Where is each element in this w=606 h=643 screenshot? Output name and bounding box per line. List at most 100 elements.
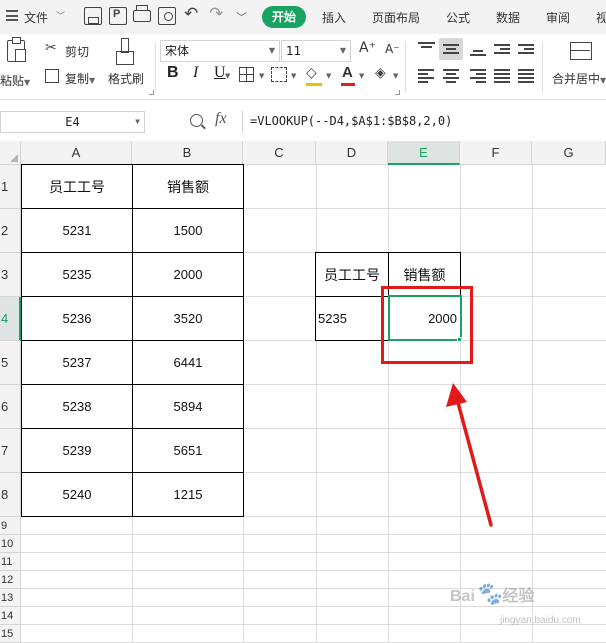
merge-cells-icon[interactable] — [570, 42, 592, 60]
row-header[interactable]: 8 — [0, 473, 21, 517]
font-size-select[interactable]: 11 ▼ — [281, 40, 351, 62]
insert-function-icon[interactable]: fx — [215, 110, 227, 128]
bold-button[interactable]: B — [167, 64, 179, 82]
undo-icon[interactable]: ↶ — [184, 4, 198, 24]
row-header[interactable]: 14 — [0, 607, 21, 625]
tab-home[interactable]: 开始 — [262, 6, 306, 28]
cell-style-icon[interactable] — [271, 67, 287, 82]
merge-center-button[interactable]: 合并居中▼ — [552, 70, 606, 87]
cell-a5[interactable]: 5237 — [21, 340, 133, 385]
decrease-font-icon[interactable]: A⁻ — [385, 42, 400, 56]
row-header[interactable]: 13 — [0, 589, 21, 607]
dropdown-arrow-icon[interactable]: ▼ — [225, 72, 230, 80]
cut-button[interactable]: 剪切 — [65, 43, 89, 60]
dropdown-arrow-icon[interactable]: ▼ — [291, 72, 296, 80]
menu-icon[interactable] — [6, 10, 18, 21]
decrease-indent-icon[interactable] — [494, 44, 511, 58]
align-center-icon[interactable] — [443, 69, 460, 83]
dialog-launcher-icon[interactable] — [149, 90, 154, 95]
cell-b4[interactable]: 3520 — [132, 296, 244, 341]
tab-view[interactable]: 视 — [596, 9, 606, 26]
row-header[interactable]: 1 — [0, 165, 21, 209]
cell-d4[interactable]: 5235 — [315, 296, 389, 341]
row-header[interactable]: 11 — [0, 553, 21, 571]
column-header-a[interactable]: A — [21, 141, 132, 165]
tab-review[interactable]: 审阅 — [546, 9, 570, 26]
column-header-f[interactable]: F — [460, 141, 532, 165]
column-header-c[interactable]: C — [243, 141, 316, 165]
row-header[interactable]: 3 — [0, 253, 21, 297]
fill-color-icon[interactable]: ◇ — [306, 65, 317, 81]
cell-b3[interactable]: 2000 — [132, 252, 244, 297]
cell-a7[interactable]: 5239 — [21, 428, 133, 473]
row-header[interactable]: 6 — [0, 385, 21, 429]
tab-insert[interactable]: 插入 — [322, 9, 346, 26]
copy-icon[interactable] — [45, 69, 59, 83]
cell-b1[interactable]: 销售额 — [132, 164, 244, 209]
column-header-g[interactable]: G — [532, 141, 606, 165]
cell-b6[interactable]: 5894 — [132, 384, 244, 429]
row-header[interactable]: 5 — [0, 341, 21, 385]
tab-page-layout[interactable]: 页面布局 — [372, 9, 420, 26]
font-name-select[interactable]: 宋体 ▼ — [160, 40, 280, 62]
dropdown-arrow-icon[interactable]: ▼ — [393, 72, 398, 80]
zoom-icon[interactable] — [190, 114, 203, 127]
paste-button[interactable]: 粘贴▼ — [0, 72, 30, 89]
print-preview-icon[interactable] — [158, 7, 176, 25]
tab-data[interactable]: 数据 — [496, 9, 520, 26]
cell-d3[interactable]: 员工工号 — [315, 252, 389, 297]
dropdown-arrow-icon[interactable]: ▼ — [259, 72, 264, 80]
row-header[interactable]: 2 — [0, 209, 21, 253]
column-header-e[interactable]: E — [388, 141, 460, 165]
name-box[interactable]: E4 ▼ — [0, 111, 145, 133]
format-painter-button[interactable]: 格式刷 — [108, 70, 144, 87]
cell-b8[interactable]: 1215 — [132, 472, 244, 517]
row-header[interactable]: 4 — [0, 297, 21, 341]
cell-a4[interactable]: 5236 — [21, 296, 133, 341]
cell-a2[interactable]: 5231 — [21, 208, 133, 253]
file-menu[interactable]: 文件 — [24, 9, 48, 26]
more-chevron-icon[interactable]: ﹀ — [236, 9, 247, 25]
column-header-d[interactable]: D — [316, 141, 388, 165]
chevron-down-icon[interactable]: ﹀ — [56, 9, 65, 22]
column-header-b[interactable]: B — [132, 141, 243, 165]
align-right-icon[interactable] — [470, 69, 487, 83]
align-top-icon[interactable] — [418, 42, 435, 56]
paste-icon[interactable] — [7, 37, 26, 62]
italic-button[interactable]: I — [193, 64, 198, 82]
format-painter-icon[interactable] — [116, 38, 134, 65]
spreadsheet-grid[interactable]: A B C D E F G 1 2 3 4 5 6 7 8 9 10 11 12… — [0, 141, 606, 643]
row-header[interactable]: 10 — [0, 535, 21, 553]
cell-a3[interactable]: 5235 — [21, 252, 133, 297]
justify-icon[interactable] — [494, 69, 511, 83]
cell-b2[interactable]: 1500 — [132, 208, 244, 253]
tab-formulas[interactable]: 公式 — [446, 9, 470, 26]
cell-a6[interactable]: 5238 — [21, 384, 133, 429]
cell-b7[interactable]: 5651 — [132, 428, 244, 473]
print-icon[interactable] — [133, 5, 151, 22]
export-pdf-icon[interactable] — [109, 7, 127, 25]
dropdown-arrow-icon[interactable]: ▼ — [359, 72, 364, 80]
row-header[interactable]: 9 — [0, 517, 21, 535]
dialog-launcher-icon[interactable] — [395, 90, 400, 95]
cell-a8[interactable]: 5240 — [21, 472, 133, 517]
row-header[interactable]: 15 — [0, 625, 21, 643]
cell-b5[interactable]: 6441 — [132, 340, 244, 385]
row-header[interactable]: 12 — [0, 571, 21, 589]
select-all-corner[interactable] — [0, 141, 21, 165]
copy-button[interactable]: 复制▼ — [65, 70, 95, 87]
row-header[interactable]: 7 — [0, 429, 21, 473]
underline-button[interactable]: U — [214, 64, 226, 82]
eraser-icon[interactable]: ◈ — [375, 65, 386, 81]
distributed-icon[interactable] — [518, 69, 535, 83]
redo-icon[interactable]: ↷ — [209, 4, 223, 24]
increase-indent-icon[interactable] — [518, 44, 535, 58]
align-bottom-icon[interactable] — [470, 44, 487, 58]
align-left-icon[interactable] — [418, 69, 435, 83]
save-icon[interactable] — [84, 7, 102, 25]
align-middle-icon[interactable] — [439, 38, 463, 60]
cell-a1[interactable]: 员工工号 — [21, 164, 133, 209]
borders-icon[interactable] — [239, 67, 254, 82]
increase-font-icon[interactable]: A⁺ — [359, 40, 376, 56]
scissors-icon[interactable]: ✂ — [45, 40, 57, 56]
